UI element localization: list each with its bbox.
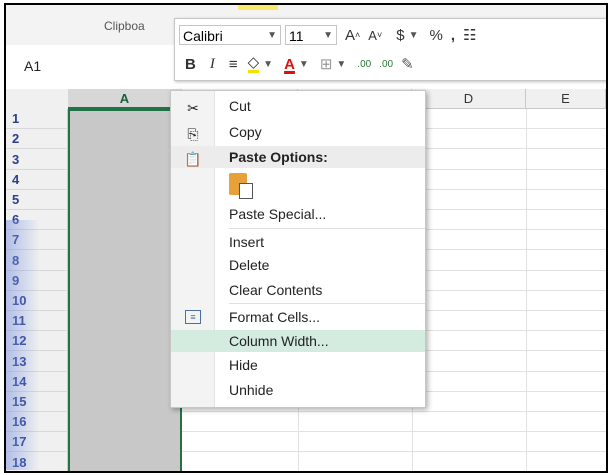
menu-item-delete[interactable]: Delete [171, 254, 425, 276]
bold-icon[interactable]: B [185, 56, 196, 73]
menu-item-unhide-label: Unhide [229, 382, 274, 398]
row-header[interactable]: 3 [6, 149, 68, 170]
row-header[interactable]: 5 [6, 190, 68, 210]
row-header[interactable]: 2 [6, 129, 68, 149]
column-header-d[interactable]: D [412, 89, 526, 109]
name-box[interactable]: A1 [24, 58, 144, 80]
menu-separator [229, 303, 425, 304]
chevron-down-icon[interactable]: ▼ [299, 59, 312, 70]
chevron-down-icon[interactable]: ▼ [409, 30, 422, 41]
grow-font-caret: ˄ [355, 30, 361, 40]
font-size-value: 11 [289, 28, 304, 44]
menu-item-delete-label: Delete [229, 257, 270, 273]
menu-item-clear-contents[interactable]: Clear Contents [171, 279, 425, 301]
select-all-corner[interactable] [6, 89, 69, 110]
italic-icon[interactable]: I [210, 56, 215, 73]
column-header-e[interactable]: E [526, 89, 606, 109]
copy-icon: ⎘ [187, 126, 199, 142]
menu-item-clear-contents-label: Clear Contents [229, 282, 323, 298]
excel-window: Clipboa A1 A B C D E 1234567891011121314… [4, 3, 608, 473]
format-painter-icon[interactable]: ✎ [401, 55, 414, 73]
chevron-down-icon[interactable]: ▼ [323, 26, 336, 44]
menu-item-copy-label: Copy [229, 124, 262, 140]
menu-item-insert-label: Insert [229, 234, 265, 250]
row-header[interactable]: 4 [6, 170, 68, 190]
menu-item-cut-label: Cut [229, 98, 251, 114]
decrease-decimal-icon[interactable]: .00 [379, 59, 393, 70]
scissors-icon: ✂ [187, 100, 199, 116]
menu-item-cut[interactable]: ✂ Cut [171, 95, 425, 117]
menu-item-hide-label: Hide [229, 357, 258, 373]
fill-color-icon[interactable]: ◇ [247, 55, 260, 73]
font-color-icon[interactable]: A [284, 56, 295, 73]
font-size-box[interactable]: 11 ▼ [285, 25, 337, 45]
paste-option-button[interactable] [227, 173, 255, 199]
font-name-value: Calibri [183, 28, 223, 44]
column-header-a[interactable]: A [68, 89, 182, 109]
context-menu: ✂ Cut ⎘ Copy 📋 Paste Options: Paste Spec… [170, 90, 426, 408]
paste-icon: 📋 [184, 151, 202, 167]
decorative-glow [6, 220, 40, 470]
mini-toolbar-row-1: Calibri ▼ 11 ▼ A ˄ A ˅ $ ▼ % , ☷ [175, 21, 476, 49]
menu-item-copy[interactable]: ⎘ Copy [171, 121, 425, 143]
menu-item-unhide[interactable]: Unhide [171, 379, 425, 401]
chevron-down-icon[interactable]: ▼ [263, 59, 276, 70]
borders-icon[interactable]: ⊞ [320, 55, 333, 73]
mini-toolbar: Calibri ▼ 11 ▼ A ˄ A ˅ $ ▼ % , ☷ B I ≡ ◇ ▼… [174, 18, 606, 81]
menu-separator [229, 228, 425, 229]
chevron-down-icon[interactable]: ▼ [267, 26, 280, 44]
menu-item-paste-special-label: Paste Special... [229, 206, 327, 222]
shrink-font-icon[interactable]: A [368, 28, 377, 43]
menu-item-column-width[interactable]: Column Width... [171, 330, 425, 352]
comma-style-icon[interactable]: , [451, 27, 455, 44]
menu-item-column-width-label: Column Width... [229, 333, 329, 349]
selected-column-a[interactable] [68, 109, 182, 471]
currency-icon[interactable]: $ [396, 27, 404, 44]
font-name-box[interactable]: Calibri ▼ [179, 25, 281, 45]
mini-toolbar-row-2: B I ≡ ◇ ▼ A ▼ ⊞ ▼ .00 .00 ✎ [175, 50, 414, 78]
menu-heading-paste-options: 📋 Paste Options: [171, 146, 425, 168]
grow-font-icon[interactable]: A [345, 27, 355, 44]
increase-decimal-icon[interactable]: .00 [357, 59, 371, 70]
paste-page-icon [239, 183, 253, 199]
align-center-icon[interactable]: ≡ [229, 56, 238, 73]
format-table-icon[interactable]: ☷ [463, 26, 476, 44]
menu-item-paste-special[interactable]: Paste Special... [171, 203, 425, 225]
menu-item-format-cells[interactable]: ≡ Format Cells... [171, 306, 425, 328]
menu-item-format-cells-label: Format Cells... [229, 309, 321, 325]
row-header[interactable]: 1 [6, 109, 68, 129]
shrink-font-caret: ˅ [376, 30, 383, 40]
clipboard-group-label: Clipboa [104, 19, 145, 33]
paste-options-label: Paste Options: [229, 149, 328, 165]
ribbon-highlight [238, 5, 278, 10]
grid-line [526, 109, 527, 471]
menu-item-insert[interactable]: Insert [171, 231, 425, 253]
menu-item-hide[interactable]: Hide [171, 354, 425, 376]
format-cells-icon: ≡ [185, 310, 201, 324]
chevron-down-icon[interactable]: ▼ [336, 59, 349, 70]
percent-icon[interactable]: % [429, 27, 442, 44]
